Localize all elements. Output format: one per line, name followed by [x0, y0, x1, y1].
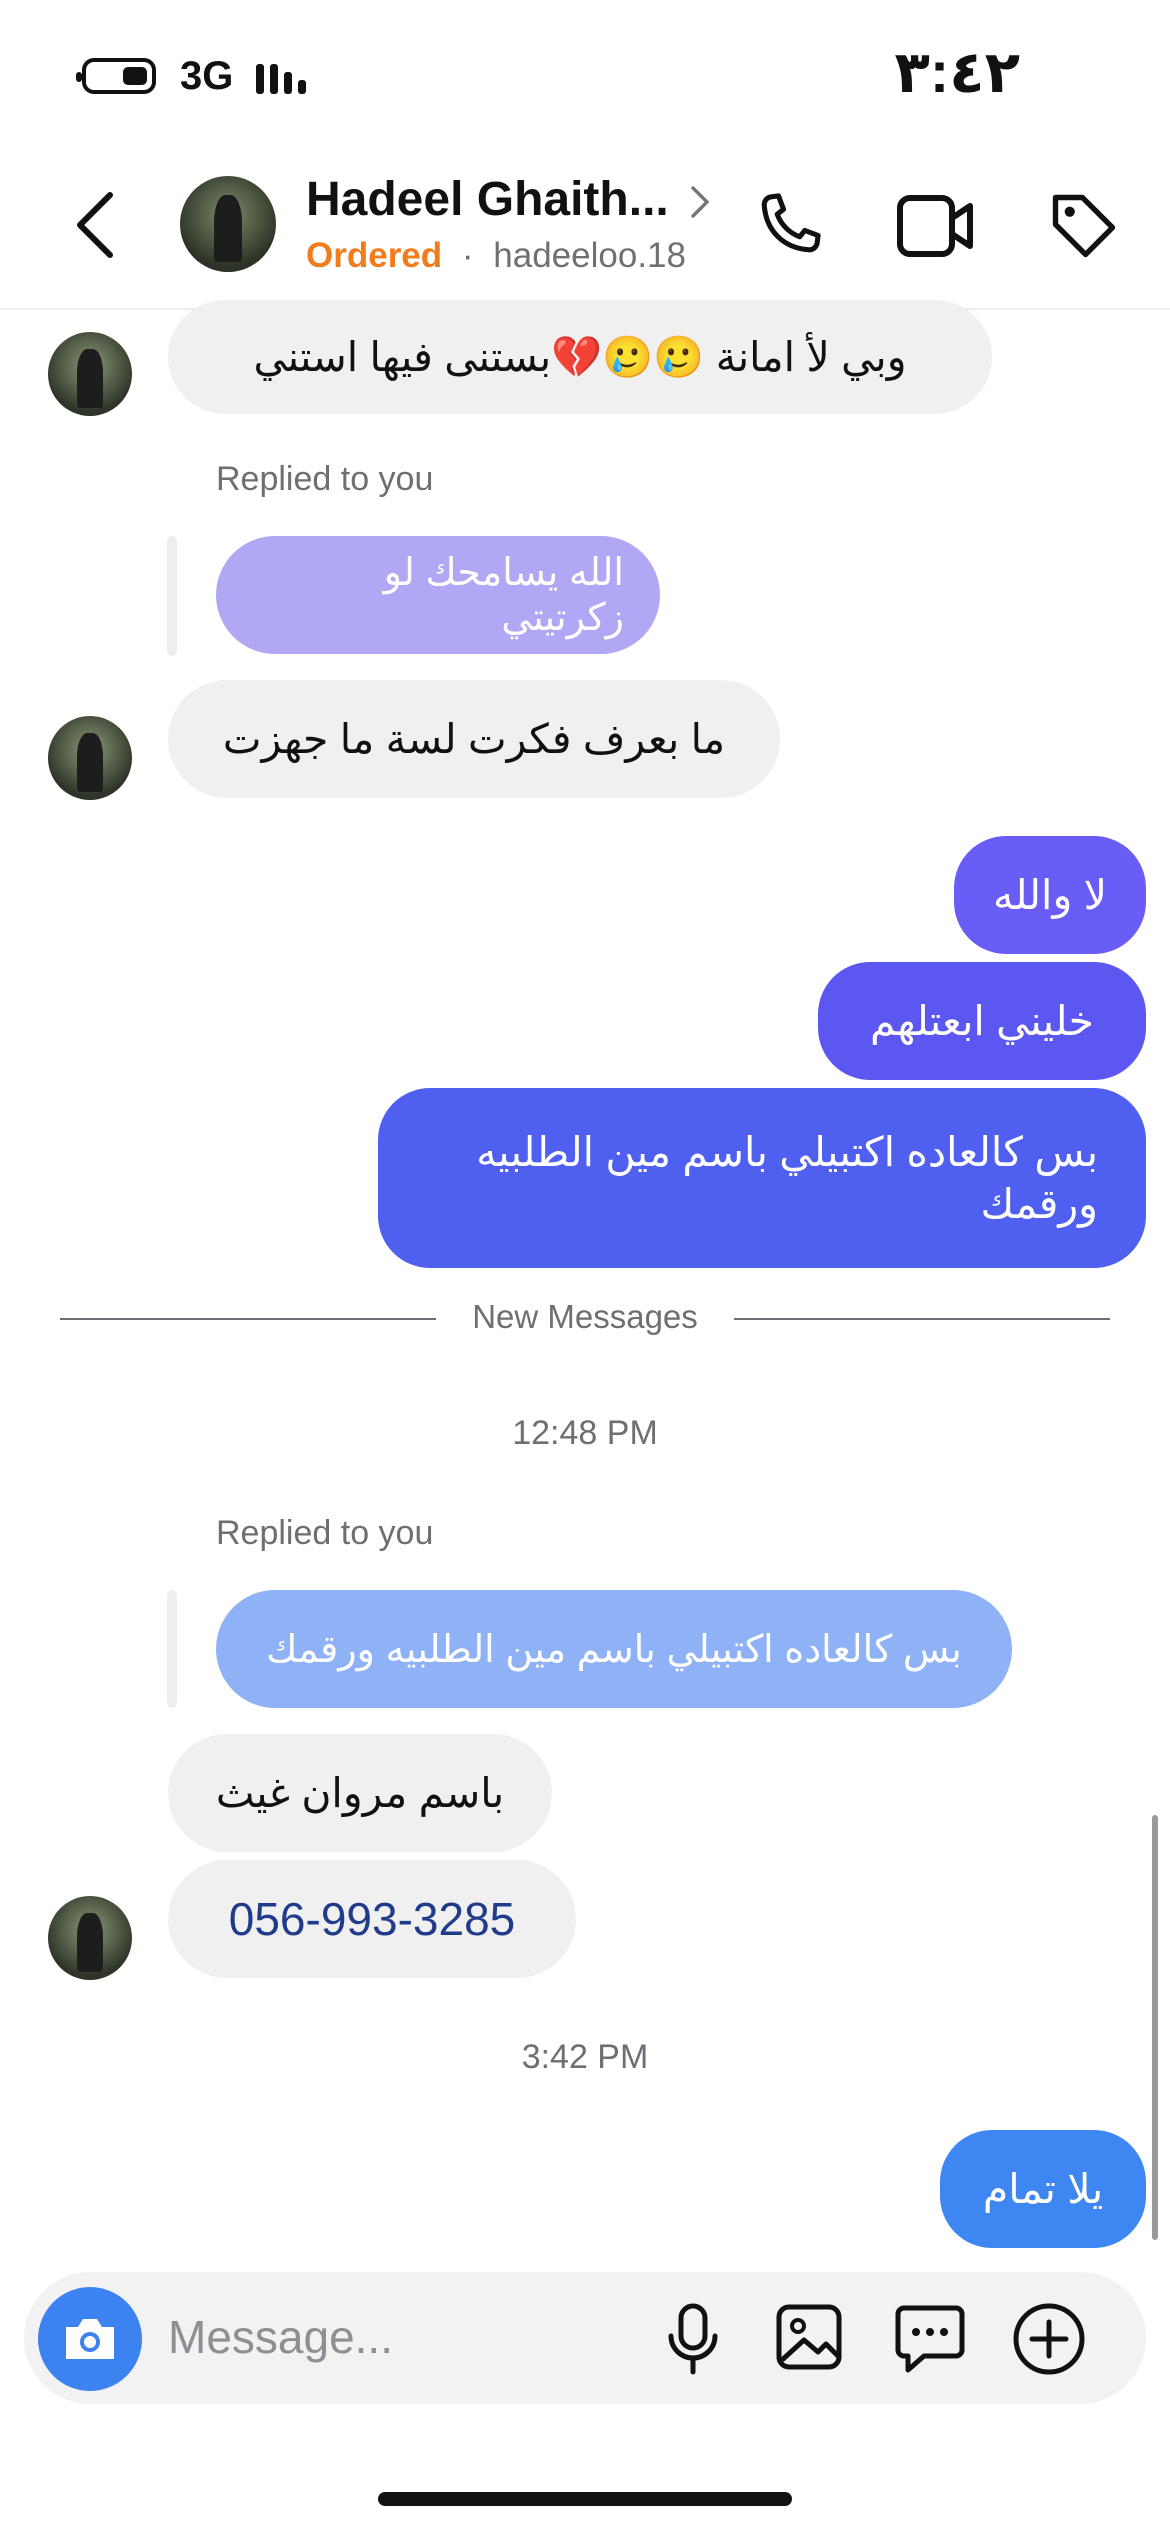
sender-avatar — [48, 332, 132, 416]
incoming-message[interactable]: وبي لأ امانة 🥲🥲💔بستنى فيها استني — [168, 300, 992, 414]
home-indicator[interactable] — [378, 2492, 792, 2506]
camera-icon — [66, 2319, 114, 2359]
quoted-message[interactable]: بس كالعاده اكتبيلي باسم مين الطلبيه ورقم… — [216, 1590, 1012, 1708]
tag-icon[interactable] — [1046, 188, 1122, 264]
reply-bar — [167, 1590, 177, 1708]
phone-number-link[interactable]: 056-993-3285 — [168, 1860, 576, 1978]
incoming-message[interactable]: ما بعرف فكرت لسة ما جهزت — [168, 680, 780, 798]
reply-label: Replied to you — [216, 1514, 434, 1552]
message-input[interactable]: Message... — [168, 2310, 393, 2364]
contact-avatar[interactable] — [180, 176, 276, 272]
video-icon[interactable] — [896, 190, 976, 262]
plus-icon[interactable] — [1012, 2302, 1086, 2376]
network-type: 3G — [180, 54, 234, 98]
camera-button[interactable] — [38, 2287, 142, 2391]
contact-subtitle: Ordered · hadeeloo.18 — [306, 236, 686, 275]
image-icon[interactable] — [774, 2302, 844, 2372]
outgoing-message[interactable]: يلا تمام — [940, 2130, 1146, 2248]
outgoing-message[interactable]: خليني ابعتلهم — [818, 962, 1146, 1080]
reply-bar — [167, 536, 177, 656]
outgoing-message[interactable]: بس كالعاده اكتبيلي باسم مين الطلبيه ورقم… — [378, 1088, 1146, 1268]
new-messages-divider: New Messages — [472, 1298, 698, 1335]
contact-name[interactable]: Hadeel Ghaith... — [306, 172, 669, 227]
contact-handle: hadeeloo.18 — [493, 236, 686, 275]
chevron-right-icon[interactable] — [688, 184, 712, 220]
outgoing-message[interactable]: لا والله — [954, 836, 1146, 954]
sender-avatar — [48, 716, 132, 800]
sticker-icon[interactable] — [894, 2302, 966, 2374]
signal-icon — [256, 64, 306, 94]
quoted-message[interactable]: الله يسامحك لو زكرتيتي — [216, 536, 660, 654]
battery-icon — [76, 58, 156, 94]
phone-icon[interactable] — [750, 188, 826, 264]
reply-label: Replied to you — [216, 460, 434, 498]
order-status: Ordered — [306, 236, 443, 275]
microphone-icon[interactable] — [664, 2302, 722, 2376]
scrollbar[interactable] — [1152, 1815, 1158, 2240]
incoming-message[interactable]: باسم مروان غيث — [168, 1734, 552, 1852]
timestamp: 3:42 PM — [521, 2038, 649, 2076]
sender-avatar — [48, 1896, 132, 1980]
status-time: ٣:٤٢ — [894, 40, 1020, 105]
back-arrow-icon[interactable] — [70, 190, 120, 260]
timestamp: 12:48 PM — [512, 1414, 658, 1452]
status-bar: 3G ٣:٤٢ — [0, 0, 1170, 150]
